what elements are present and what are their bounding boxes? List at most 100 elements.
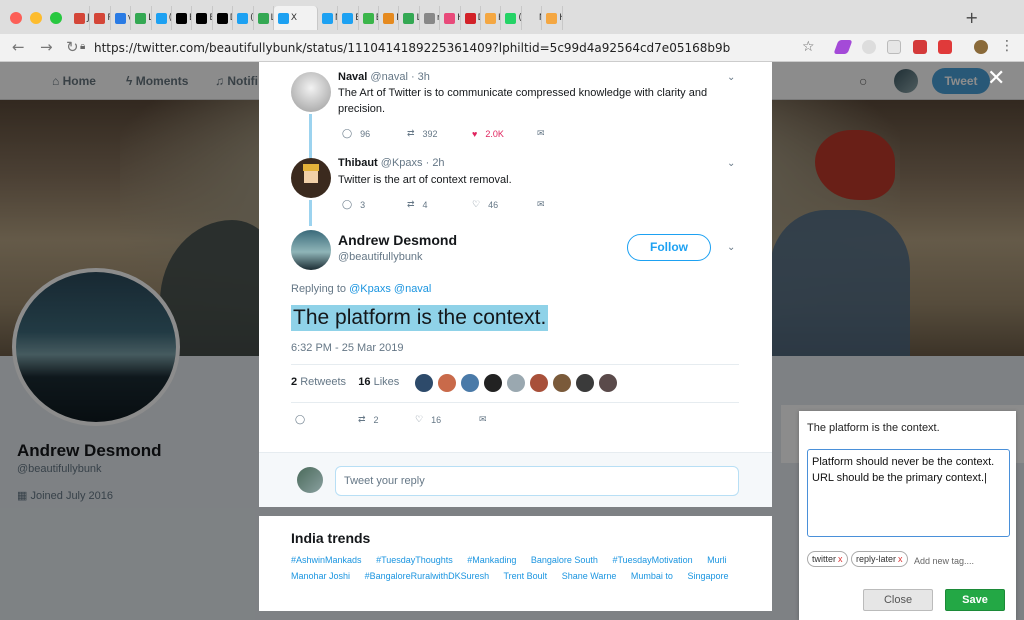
browser-tab[interactable]: H [481,6,502,30]
liker-avatar[interactable] [484,374,502,392]
author-name[interactable]: Andrew Desmond [338,232,457,248]
tweet-actions: ◯ 96 ⇄ 392 ♥ 2.0K ✉ [342,128,602,139]
trend-link[interactable]: Bangalore South [531,555,598,565]
browser-tab[interactable]: D [461,6,482,30]
naval-avatar[interactable] [291,72,331,112]
liker-avatar[interactable] [415,374,433,392]
author-avatar[interactable] [291,230,331,270]
browser-tab[interactable]: Jı [70,6,91,30]
liker-avatar[interactable] [530,374,548,392]
close-button[interactable]: Close [863,589,933,611]
liker-avatar[interactable] [438,374,456,392]
forward-icon[interactable]: → [40,38,53,56]
tweet-author[interactable]: Thibaut @Kpaxs · 2h [338,157,445,169]
author-handle[interactable]: @beautifullybunk [338,251,423,263]
liker-avatar[interactable] [553,374,571,392]
save-button[interactable]: Save [945,589,1005,611]
maximize-window-icon[interactable] [50,12,62,24]
new-tab-button[interactable]: + [965,8,978,27]
tag-reply-later[interactable]: reply-later x [851,551,908,567]
remove-tag-icon[interactable]: x [838,554,843,564]
envelope-icon: ✉ [537,199,545,209]
dm-action[interactable]: ✉ [537,128,602,139]
liker-avatar[interactable] [599,374,617,392]
browser-tab[interactable]: vl [111,6,132,30]
trend-link[interactable]: #TuesdayMotivation [612,555,692,565]
liker-avatar[interactable] [576,374,594,392]
trend-link[interactable]: Shane Warne [562,571,617,581]
trend-link[interactable]: #TuesdayThoughts [376,555,453,565]
browser-tab[interactable]: (1 [501,6,522,30]
trend-link[interactable]: Singapore [687,571,728,581]
browser-tab[interactable]: H [440,6,461,30]
chevron-down-icon[interactable]: ⌄ [727,242,735,253]
gmail-icon [94,12,106,24]
browser-tab[interactable]: H [542,6,563,30]
tweet-timestamp[interactable]: 6:32 PM - 25 Mar 2019 [291,342,404,354]
dm-action[interactable]: ✉ [479,414,544,425]
clock-extension-icon[interactable] [862,40,876,54]
browser-tab[interactable]: X [273,6,318,30]
chevron-down-icon[interactable]: ⌄ [727,158,735,169]
back-icon[interactable]: ← [12,38,25,56]
like-action[interactable]: ♥ 2.0K [472,129,537,139]
heart-icon: ♡ [415,414,424,424]
retweet-action[interactable]: ⇄ 2 [358,414,415,425]
browser-tab[interactable]: Ri [90,6,111,30]
trend-link[interactable]: #BangaloreRuralwithDKSuresh [365,571,490,581]
follow-button[interactable]: Follow [627,234,711,261]
browser-tab[interactable]: N [379,6,400,30]
browser-tab[interactable]: Eı [192,6,213,30]
note-textarea[interactable]: Platform should never be the context. UR… [807,449,1010,537]
browser-tab[interactable]: Lı [399,6,420,30]
trend-link[interactable]: #Mankading [467,555,516,565]
badge-extension-icon[interactable] [938,40,952,54]
tag-twitter[interactable]: twitter x [807,551,848,567]
url-input[interactable]: https://twitter.com/beautifullybunk/stat… [94,37,824,59]
trend-link[interactable]: Mumbai to [631,571,673,581]
browser-tab[interactable]: Eı [172,6,193,30]
trend-link[interactable]: Trent Boult [503,571,547,581]
browser-tab[interactable]: (* [152,6,172,30]
browser-tab[interactable]: N [318,6,339,30]
browser-tab[interactable]: m [420,6,441,30]
dm-action[interactable]: ✉ [537,199,602,210]
remove-tag-icon[interactable]: x [898,554,903,564]
lock-icon: 🔒︎ [80,41,86,52]
browser-tab[interactable]: New [522,6,543,30]
browser-tab[interactable]: D [213,6,234,30]
close-window-icon[interactable] [10,12,22,24]
liker-avatar[interactable] [461,374,479,392]
browser-tab[interactable]: B [359,6,380,30]
bookmark-star-icon[interactable]: ☆ [802,39,815,55]
menu-dots-icon[interactable]: ⋮ [1000,38,1014,54]
thibaut-avatar[interactable] [291,158,331,198]
tweet-author[interactable]: Naval @naval · 3h [338,71,430,83]
chevron-down-icon[interactable]: ⌄ [727,72,735,83]
add-tag-input[interactable]: Add new tag.... [914,556,974,566]
minimize-window-icon[interactable] [30,12,42,24]
browser-tab[interactable]: (1 [233,6,254,30]
profile-avatar-icon[interactable] [974,40,988,54]
trend-link[interactable]: #AshwinMankads [291,555,362,565]
retweets-link[interactable]: Retweets [300,376,346,388]
mention-links[interactable]: @Kpaxs @naval [349,283,431,295]
retweet-action[interactable]: ⇄ 4 [407,199,472,210]
retweet-action[interactable]: ⇄ 392 [407,128,472,139]
close-modal-icon[interactable]: ✕ [987,66,1005,91]
likes-link[interactable]: Likes [374,376,400,388]
liker-avatar[interactable] [507,374,525,392]
browser-tab[interactable]: B [338,6,359,30]
dots-extension-icon[interactable] [913,40,927,54]
reply-action[interactable]: ◯ 3 [342,199,407,210]
browser-tab[interactable]: Lı [131,6,152,30]
like-action[interactable]: ♡ 46 [472,199,537,210]
reply-input[interactable]: Tweet your reply [335,466,739,496]
reply-action[interactable]: ◯ 96 [342,128,407,139]
reply-action[interactable]: ◯ [295,414,358,425]
browser-tab[interactable]: Lı [254,6,274,30]
like-action[interactable]: ♡ 16 [415,414,479,425]
reload-icon[interactable]: ↻ [66,38,79,56]
grid-extension-icon[interactable] [887,40,901,54]
doc-icon [423,12,435,24]
